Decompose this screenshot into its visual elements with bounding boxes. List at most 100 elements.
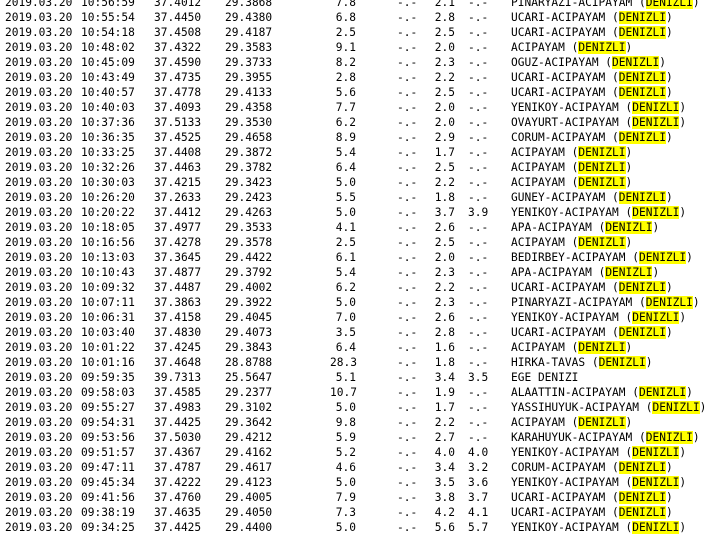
event-longitude: 29.3733 (225, 56, 273, 69)
event-place: YASSIHUYUK-ACIPAYAM (511, 401, 639, 414)
event-region-highlight: DENIZLI (618, 491, 666, 504)
event-latitude: 37.4525 (154, 131, 202, 144)
event-mw: -.- (468, 101, 489, 114)
event-depth: 6.4 (335, 161, 356, 174)
event-mw: -.- (468, 221, 489, 234)
event-date: 2019.03.20 (5, 521, 73, 534)
event-depth: 9.8 (335, 416, 356, 429)
event-location: UCARI-ACIPAYAM (DENIZLI) (511, 11, 673, 24)
event-location: UCARI-ACIPAYAM (DENIZLI) (511, 86, 673, 99)
event-time: 10:54:18 (81, 26, 135, 39)
event-longitude: 29.4050 (225, 506, 273, 519)
event-time: 10:30:03 (81, 176, 135, 189)
event-ml: 2.3 (434, 296, 455, 309)
event-mw: -.- (468, 116, 489, 129)
event-region-highlight: DENIZLI (639, 251, 687, 264)
event-region-highlight: DENIZLI (578, 161, 626, 174)
event-location: YENIKOY-ACIPAYAM (DENIZLI) (511, 101, 687, 114)
event-depth: 6.4 (335, 341, 356, 354)
event-time: 10:33:25 (81, 146, 135, 159)
event-date: 2019.03.20 (5, 266, 73, 279)
event-longitude: 29.4658 (225, 131, 273, 144)
event-longitude: 29.3102 (225, 401, 273, 414)
event-region-highlight: DENIZLI (632, 446, 680, 459)
event-time: 10:01:22 (81, 341, 135, 354)
event-ml: 2.8 (434, 326, 455, 339)
event-ml: 2.2 (434, 416, 455, 429)
event-date: 2019.03.20 (5, 101, 73, 114)
event-ml: 3.8 (434, 491, 455, 504)
event-mw: 4.0 (468, 446, 489, 459)
event-time: 10:18:05 (81, 221, 135, 234)
event-mw: -.- (468, 56, 489, 69)
event-latitude: 37.4367 (154, 446, 202, 459)
event-region-highlight: DENIZLI (652, 401, 700, 414)
event-location: UCARI-ACIPAYAM (DENIZLI) (511, 491, 673, 504)
event-date: 2019.03.20 (5, 56, 73, 69)
event-latitude: 37.4778 (154, 86, 202, 99)
event-place: UCARI-ACIPAYAM (511, 26, 606, 39)
event-depth: 8.9 (335, 131, 356, 144)
event-mw: 3.5 (468, 371, 489, 384)
event-date: 2019.03.20 (5, 476, 73, 489)
event-location: APA-ACIPAYAM (DENIZLI) (511, 266, 660, 279)
event-region-highlight: DENIZLI (618, 131, 666, 144)
event-latitude: 37.3863 (154, 296, 202, 309)
event-ml: 1.6 (434, 341, 455, 354)
event-time: 09:41:56 (81, 491, 135, 504)
event-ml: 2.1 (434, 0, 455, 9)
event-location: CORUM-ACIPAYAM (DENIZLI) (511, 131, 673, 144)
event-region-highlight: DENIZLI (605, 266, 653, 279)
event-region-highlight: DENIZLI (578, 41, 626, 54)
event-ml: 2.5 (434, 161, 455, 174)
event-longitude: 29.4380 (225, 11, 273, 24)
event-date: 2019.03.20 (5, 281, 73, 294)
event-longitude: 29.4617 (225, 461, 273, 474)
event-date: 2019.03.20 (5, 146, 73, 159)
event-ml: 2.3 (434, 266, 455, 279)
event-longitude: 29.3578 (225, 236, 273, 249)
event-place: YENIKOY-ACIPAYAM (511, 206, 619, 219)
event-mw: 3.2 (468, 461, 489, 474)
event-ml: 2.6 (434, 311, 455, 324)
event-location: ALAATTIN-ACIPAYAM (DENIZLI) (511, 386, 693, 399)
event-time: 10:32:26 (81, 161, 135, 174)
event-region-highlight: DENIZLI (632, 101, 680, 114)
event-mw: -.- (468, 341, 489, 354)
event-time: 10:26:20 (81, 191, 135, 204)
event-region-highlight: DENIZLI (632, 311, 680, 324)
event-mw: -.- (468, 386, 489, 399)
event-latitude: 37.4425 (154, 521, 202, 534)
event-region-highlight: DENIZLI (632, 206, 680, 219)
event-time: 09:55:27 (81, 401, 135, 414)
event-region-highlight: DENIZLI (618, 326, 666, 339)
event-longitude: 29.4187 (225, 26, 273, 39)
event-location: ACIPAYAM (DENIZLI) (511, 146, 633, 159)
event-date: 2019.03.20 (5, 161, 73, 174)
event-date: 2019.03.20 (5, 236, 73, 249)
event-latitude: 39.7313 (154, 371, 202, 384)
event-mw: -.- (468, 431, 489, 444)
event-depth: 7.8 (335, 0, 356, 9)
event-ml: 2.2 (434, 176, 455, 189)
event-ml: 2.2 (434, 281, 455, 294)
event-location: UCARI-ACIPAYAM (DENIZLI) (511, 71, 673, 84)
event-date: 2019.03.20 (5, 311, 73, 324)
event-time: 10:01:16 (81, 356, 135, 369)
event-location: OGUZ-ACIPAYAM (DENIZLI) (511, 56, 666, 69)
event-mw: -.- (468, 311, 489, 324)
event-depth: 4.1 (335, 221, 356, 234)
event-depth: 5.5 (335, 191, 356, 204)
event-depth: 5.9 (335, 431, 356, 444)
event-depth: 5.0 (335, 401, 356, 414)
event-ml: 3.7 (434, 206, 455, 219)
event-date: 2019.03.20 (5, 221, 73, 234)
event-ml: 2.0 (434, 41, 455, 54)
event-region-highlight: DENIZLI (612, 56, 660, 69)
event-longitude: 29.4212 (225, 431, 273, 444)
event-ml: 3.5 (434, 476, 455, 489)
event-time: 10:16:56 (81, 236, 135, 249)
event-time: 09:34:25 (81, 521, 135, 534)
event-location: YENIKOY-ACIPAYAM (DENIZLI) (511, 311, 687, 324)
event-place: APA-ACIPAYAM (511, 266, 592, 279)
